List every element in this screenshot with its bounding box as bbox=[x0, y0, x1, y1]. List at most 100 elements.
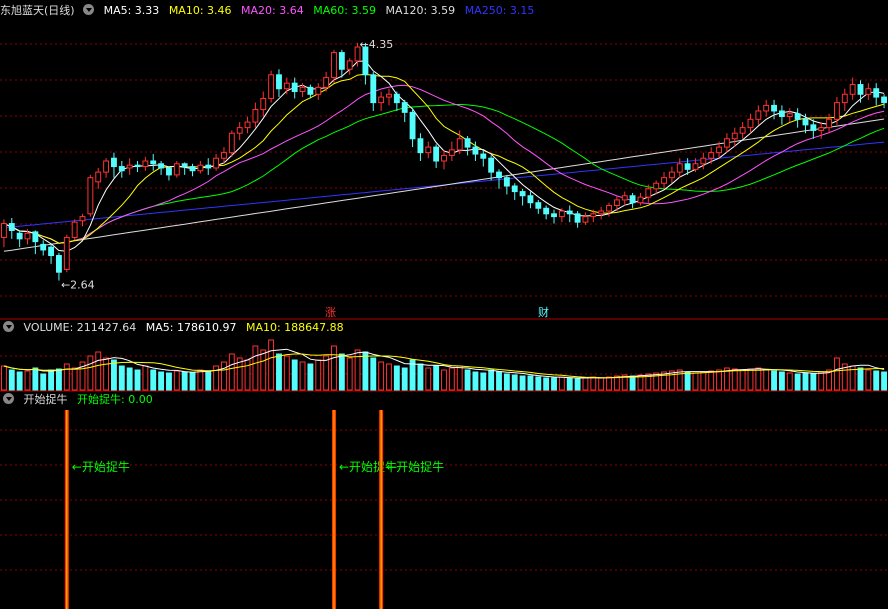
candle-body bbox=[637, 196, 644, 204]
volume-bar bbox=[32, 367, 39, 391]
candle-body bbox=[40, 243, 47, 251]
candle-body bbox=[370, 74, 377, 104]
candle-body bbox=[87, 177, 94, 215]
volume-bar bbox=[346, 357, 353, 391]
candle-body bbox=[118, 166, 125, 172]
volume-bar bbox=[488, 369, 495, 391]
candle-body bbox=[582, 216, 589, 223]
candle-body bbox=[425, 146, 432, 154]
candle-body bbox=[747, 118, 754, 129]
candle-body bbox=[409, 111, 416, 140]
volume-value: VOLUME: 211427.64 bbox=[23, 321, 137, 334]
ma20-label: MA20: 3.64 bbox=[241, 4, 304, 17]
candle-body bbox=[126, 164, 133, 169]
volume-bar bbox=[873, 370, 880, 391]
volume-bar bbox=[252, 345, 259, 391]
volume-bar bbox=[441, 369, 447, 391]
volume-bar bbox=[456, 365, 463, 391]
candle-body bbox=[456, 138, 463, 151]
candle-body bbox=[32, 231, 39, 243]
volume-bar bbox=[111, 359, 117, 391]
volume-bar bbox=[794, 373, 801, 391]
candle-body bbox=[629, 195, 636, 204]
volume-bar bbox=[40, 373, 47, 391]
collapse-icon[interactable] bbox=[3, 321, 14, 332]
candle-body bbox=[401, 102, 408, 113]
candle-body bbox=[771, 104, 777, 112]
candle-body bbox=[315, 86, 322, 95]
volume-bar bbox=[480, 372, 487, 391]
candle-body bbox=[802, 118, 809, 126]
volume-bar bbox=[228, 353, 235, 391]
candle-body bbox=[551, 213, 557, 218]
candle-body bbox=[362, 46, 369, 76]
volume-bar bbox=[731, 368, 738, 391]
candle-body bbox=[865, 88, 872, 95]
candle-body bbox=[755, 110, 762, 120]
volume-bar bbox=[56, 368, 62, 391]
volume-bar bbox=[472, 371, 479, 391]
volume-bar bbox=[739, 369, 746, 391]
volume-bar bbox=[0, 365, 7, 391]
volume-bar bbox=[778, 371, 785, 391]
candle-body bbox=[260, 97, 267, 111]
volume-ma5: MA5: 178610.97 bbox=[145, 321, 237, 334]
signal-bar-core bbox=[66, 410, 68, 609]
candle-body bbox=[95, 171, 102, 183]
volume-bar bbox=[307, 363, 314, 391]
candle-body bbox=[794, 113, 801, 120]
volume-ma10: MA10: 188647.88 bbox=[245, 321, 344, 334]
volume-bar bbox=[692, 372, 699, 391]
collapse-icon[interactable] bbox=[83, 4, 95, 15]
candle-body bbox=[393, 93, 400, 104]
candle-body bbox=[818, 127, 825, 131]
volume-bar bbox=[433, 365, 440, 391]
volume-bar bbox=[103, 357, 110, 391]
candle-body bbox=[378, 96, 385, 104]
volume-bar bbox=[244, 359, 251, 391]
volume-bar bbox=[276, 353, 282, 391]
candle-body bbox=[346, 60, 353, 70]
volume-bar bbox=[386, 363, 392, 391]
ma60-label: MA60: 3.59 bbox=[313, 4, 376, 17]
volume-bar bbox=[448, 367, 455, 391]
signal-value: 开始捉牛: 0.00 bbox=[77, 393, 153, 406]
candle-body bbox=[24, 232, 31, 240]
volume-bar bbox=[142, 365, 149, 391]
candle-body bbox=[676, 163, 683, 173]
volume-bar bbox=[802, 372, 809, 391]
volume-legend: VOLUME: 211427.64 MA5: 178610.97 MA10: 1… bbox=[0, 320, 350, 336]
volume-bar bbox=[393, 365, 400, 391]
ma120-label: MA120: 3.59 bbox=[385, 4, 456, 17]
candle-body bbox=[63, 236, 70, 270]
volume-bar bbox=[786, 372, 793, 391]
candle-body bbox=[716, 146, 722, 154]
candle-body bbox=[221, 152, 227, 159]
volume-bar bbox=[566, 377, 573, 391]
volume-bar bbox=[558, 376, 565, 391]
volume-bar bbox=[676, 369, 683, 391]
candle-body bbox=[244, 121, 251, 129]
volume-bar bbox=[189, 372, 196, 391]
candle-body bbox=[590, 213, 597, 218]
volume-bar bbox=[503, 373, 510, 391]
candle-body bbox=[16, 232, 23, 240]
volume-bar bbox=[511, 374, 518, 391]
stock-chart[interactable]: ←4.35←2.64涨财←开始捉牛←开始捉牛←开始捉牛←开始捉牛 bbox=[0, 0, 888, 609]
volume-bar bbox=[158, 371, 165, 391]
candle-body bbox=[739, 127, 746, 134]
volume-bar bbox=[551, 377, 557, 391]
candle-body bbox=[841, 93, 848, 104]
candle-body bbox=[103, 160, 110, 173]
volume-bar bbox=[134, 369, 141, 391]
candle-body bbox=[338, 52, 345, 70]
candle-body bbox=[0, 223, 7, 238]
candle-body bbox=[763, 104, 770, 112]
volume-bar bbox=[87, 355, 94, 391]
candle-body bbox=[307, 86, 314, 95]
low-price-label: ←2.64 bbox=[61, 279, 95, 292]
volume-bar bbox=[401, 367, 408, 391]
candle-body bbox=[472, 146, 479, 155]
candle-body bbox=[849, 84, 856, 95]
collapse-icon[interactable] bbox=[3, 393, 14, 404]
